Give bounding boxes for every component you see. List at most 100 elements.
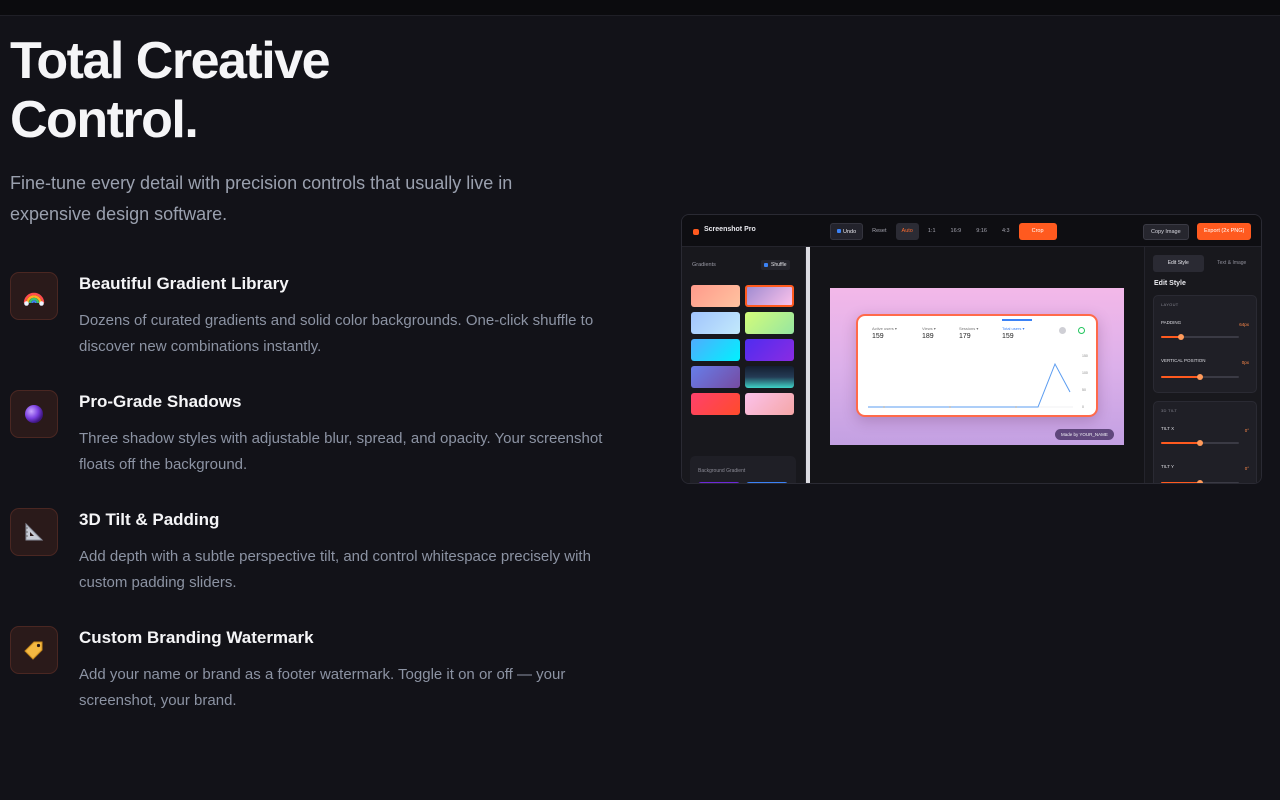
feature-shadows: Pro-Grade Shadows Three shadow styles wi… (10, 390, 610, 490)
stat-value: 159 (1002, 333, 1014, 340)
gradients-panel: Gradients Shuffle Background Gradient (682, 247, 806, 483)
tab-edit-style[interactable]: Edit Style (1153, 255, 1204, 272)
hero-title: Total Creative Control. (10, 32, 570, 150)
chart-x-tick (883, 406, 885, 408)
ratio-auto-button[interactable]: Auto (895, 223, 919, 240)
app-toolbar: Screenshot Pro Undo Reset Auto 1:1 16:9 … (682, 215, 1261, 247)
tilt-y-value: 0° (1244, 466, 1249, 471)
slider-handle[interactable] (1197, 480, 1203, 483)
feature-description: Add your name or brand as a footer water… (79, 666, 566, 709)
stat-value: 189 (922, 333, 934, 340)
feature-description: Dozens of curated gradients and solid co… (79, 312, 594, 355)
feature-title: Pro-Grade Shadows (79, 392, 242, 411)
slider-fill (1161, 482, 1200, 483)
screenshot-canvas[interactable]: Active users ▾ 159 Views ▾ 189 Sessions … (830, 288, 1124, 445)
copy-image-button[interactable]: Copy Image (1143, 224, 1189, 240)
tilt-y-slider[interactable] (1161, 480, 1239, 483)
y-tick-label: 50 (1082, 388, 1086, 392)
stat-views: Views ▾ 189 (922, 326, 936, 340)
gradient-swatch[interactable] (691, 312, 740, 334)
check-icon (1078, 327, 1085, 334)
tilt-x-value: 0° (1244, 428, 1249, 433)
y-tick-label: 150 (1082, 354, 1088, 358)
solid-color-swatch[interactable] (746, 482, 788, 483)
vertical-position-label: VERTICAL POSITION (1161, 358, 1206, 363)
padding-slider[interactable] (1161, 334, 1239, 340)
gradient-swatch[interactable] (745, 285, 794, 307)
slider-handle[interactable] (1197, 374, 1203, 380)
group-label: 3D TILT (1161, 408, 1178, 413)
undo-label: Undo (843, 229, 857, 235)
gradient-swatch[interactable] (745, 339, 794, 361)
hero-title-line1: Total Creative (10, 32, 331, 90)
undo-icon (837, 229, 841, 233)
app-preview: Screenshot Pro Undo Reset Auto 1:1 16:9 … (681, 214, 1262, 484)
stat-label: Total users ▾ (1002, 326, 1025, 331)
ratio-1-1-button[interactable]: 1:1 (922, 223, 942, 240)
y-tick-label: 0 (1082, 405, 1084, 409)
slider-fill (1161, 442, 1200, 444)
stat-label: Sessions ▾ (959, 326, 979, 331)
gradient-swatch[interactable] (691, 393, 740, 415)
gradients-label: Gradients (692, 262, 716, 268)
layout-group: LAYOUT PADDING 64px VERTICAL POSITION 0p… (1153, 295, 1257, 393)
feature-title: 3D Tilt & Padding (79, 510, 220, 529)
padding-label: PADDING (1161, 320, 1182, 325)
app-brand: Screenshot Pro (704, 226, 756, 233)
export-button[interactable]: Export (2x PNG) (1197, 223, 1252, 240)
rainbow-icon (10, 272, 58, 320)
edit-style-panel: Edit Style Text & Image Edit Style LAYOU… (1144, 247, 1261, 483)
crop-button[interactable]: Crop (1018, 223, 1057, 240)
gradient-swatch[interactable] (745, 393, 794, 415)
tilt-x-label: TILT X (1161, 426, 1175, 431)
tilt-x-slider[interactable] (1161, 440, 1239, 446)
feature-description: Add depth with a subtle perspective tilt… (79, 548, 591, 591)
slider-handle[interactable] (1197, 440, 1203, 446)
chart-x-tick (1015, 406, 1017, 408)
gradient-swatch[interactable] (691, 366, 740, 388)
vertical-position-value: 0px (1241, 360, 1249, 365)
hero-title-line2: Control. (10, 91, 199, 149)
feature-tilt-padding: 3D Tilt & Padding Add depth with a subtl… (10, 508, 610, 608)
panel-tabs: Edit Style Text & Image (1153, 255, 1257, 272)
y-tick-label: 100 (1082, 371, 1088, 375)
triangle-ruler-icon (10, 508, 58, 556)
feature-watermark: Custom Branding Watermark Add your name … (10, 626, 610, 726)
ratio-16-9-button[interactable]: 16:9 (945, 223, 968, 240)
tab-text-image[interactable]: Text & Image (1207, 255, 1258, 272)
feature-title: Beautiful Gradient Library (79, 274, 289, 293)
slider-handle[interactable] (1177, 334, 1184, 340)
panel-title: Edit Style (1154, 280, 1186, 287)
vertical-position-slider[interactable] (1161, 374, 1239, 380)
active-tab-indicator (1002, 319, 1032, 321)
gradient-swatch[interactable] (745, 366, 794, 388)
reset-button[interactable]: Reset (866, 223, 892, 240)
stat-value: 159 (872, 333, 884, 340)
undo-button[interactable]: Undo (830, 223, 864, 240)
feature-title: Custom Branding Watermark (79, 628, 314, 647)
chart-series-line (868, 362, 1071, 408)
gradient-swatch[interactable] (745, 312, 794, 334)
background-gradient-label: Background Gradient (698, 468, 746, 474)
watermark-badge[interactable]: Made by YOUR_NAME (1055, 429, 1114, 440)
padding-value: 64px (1239, 322, 1249, 327)
sphere-icon (10, 390, 58, 438)
stat-active-users: Active users ▾ 159 (872, 326, 897, 340)
users-line-chart (868, 362, 1073, 408)
solid-color-swatch[interactable] (698, 482, 740, 483)
panel-scrollbar[interactable] (806, 247, 810, 483)
tag-icon (10, 626, 58, 674)
group-label: LAYOUT (1161, 302, 1179, 307)
shuffle-button[interactable]: Shuffle (761, 260, 791, 270)
more-icon (1059, 327, 1066, 334)
hero-subtitle: Fine-tune every detail with precision co… (10, 173, 513, 224)
gradient-swatch[interactable] (691, 285, 740, 307)
stat-label: Views ▾ (922, 326, 936, 331)
slider-fill (1161, 376, 1200, 378)
stat-total-users: Total users ▾ 159 (1002, 326, 1024, 340)
ratio-9-16-button[interactable]: 9:16 (970, 223, 993, 240)
ratio-4-3-button[interactable]: 4:3 (996, 223, 1016, 240)
feature-description: Three shadow styles with adjustable blur… (79, 430, 603, 473)
background-gradient-section: Background Gradient (690, 456, 796, 483)
gradient-swatch[interactable] (691, 339, 740, 361)
